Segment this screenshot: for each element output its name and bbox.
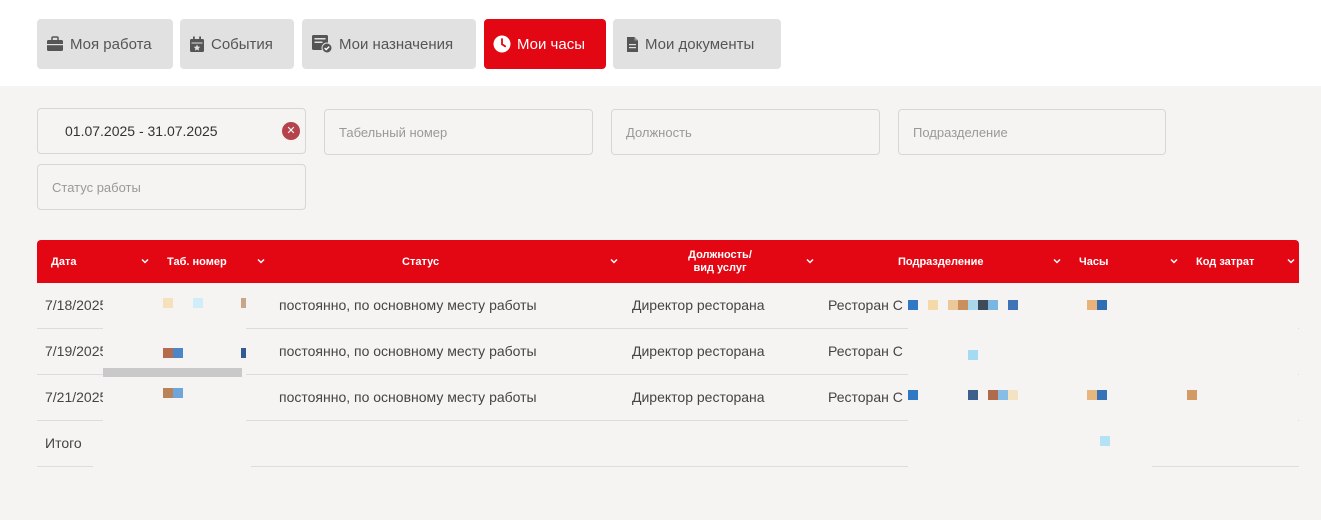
- tab-my-work[interactable]: Моя работа: [37, 19, 173, 69]
- cell-position: Директор ресторана: [632, 343, 765, 359]
- chevron-down-icon[interactable]: [255, 255, 267, 267]
- tab-my-documents[interactable]: Мои документы: [613, 19, 781, 69]
- redaction-pixel: [173, 348, 183, 358]
- redaction-pixel: [1087, 300, 1097, 310]
- department-field[interactable]: Подразделение: [898, 109, 1166, 155]
- redaction-pixel: [988, 300, 998, 310]
- work-status-field[interactable]: Статус работы: [37, 164, 306, 210]
- chevron-down-icon[interactable]: [1168, 255, 1180, 267]
- redaction-pixel: [163, 388, 173, 398]
- redaction-pixel: [241, 348, 246, 358]
- redaction-pixel: [163, 298, 173, 308]
- tab-my-assignments[interactable]: Мои назначения: [302, 19, 476, 69]
- date-range-value: 01.07.2025 - 31.07.2025: [65, 123, 218, 139]
- chevron-down-icon[interactable]: [139, 255, 151, 267]
- header-status[interactable]: Статус: [402, 240, 439, 283]
- cell-department: Ресторан С: [828, 297, 903, 313]
- chevron-down-icon[interactable]: [804, 255, 816, 267]
- header-department[interactable]: Подразделение: [898, 240, 984, 283]
- cell-status: постоянно, по основному месту работы: [279, 297, 537, 313]
- date-range-picker[interactable]: 01.07.2025 - 31.07.2025 ✕: [37, 108, 306, 154]
- redaction-mask: [908, 421, 1152, 467]
- work-status-placeholder: Статус работы: [52, 179, 141, 195]
- redaction-pixel: [1187, 390, 1197, 400]
- redaction-pixel: [968, 300, 978, 310]
- redaction-pixel: [193, 298, 203, 308]
- department-placeholder: Подразделение: [913, 124, 1008, 140]
- chevron-down-icon[interactable]: [1051, 255, 1063, 267]
- briefcase-icon: [47, 36, 63, 51]
- position-placeholder: Должность: [626, 124, 692, 140]
- tab-label: Мои часы: [517, 35, 585, 53]
- redaction-mask: [93, 460, 251, 468]
- redaction-pixel: [163, 348, 173, 358]
- tab-label: События: [211, 35, 273, 53]
- cell-department: Ресторан С: [828, 343, 903, 359]
- redaction-pixel: [968, 350, 978, 360]
- cell-position: Директор ресторана: [632, 297, 765, 313]
- redaction-pixel: [998, 390, 1008, 400]
- redaction-pixel: [988, 390, 998, 400]
- header-hours[interactable]: Часы: [1079, 240, 1108, 283]
- redaction-pixel: [948, 300, 958, 310]
- position-field[interactable]: Должность: [611, 109, 880, 155]
- redaction-pixel: [1097, 300, 1107, 310]
- document-icon: [627, 36, 638, 52]
- redaction-pixel: [958, 300, 968, 310]
- cell-status: постоянно, по основному месту работы: [279, 343, 537, 359]
- chevron-down-icon[interactable]: [608, 255, 620, 267]
- redaction-pixel: [968, 390, 978, 400]
- redaction-pixel: [1008, 300, 1018, 310]
- redaction-pixel: [1100, 436, 1110, 446]
- cell-date: 7/21/2025: [45, 389, 107, 405]
- header-tab-number[interactable]: Таб. номер: [167, 240, 227, 283]
- close-icon[interactable]: ✕: [282, 122, 300, 140]
- chevron-down-icon[interactable]: [1285, 255, 1297, 267]
- tab-label: Мои назначения: [339, 35, 454, 53]
- tab-number-field[interactable]: Табельный номер: [324, 109, 593, 155]
- redaction-mask: [908, 296, 1298, 421]
- redaction-pixel: [1097, 390, 1107, 400]
- cell-date: 7/18/2025: [45, 297, 107, 313]
- tab-events[interactable]: События: [180, 19, 294, 69]
- cell-position: Директор ресторана: [632, 389, 765, 405]
- top-navigation: Моя работа События Мои назначения Мои ча…: [0, 0, 1321, 86]
- table-header: Дата Таб. номер Статус Должность/ вид ус…: [37, 240, 1299, 283]
- redaction-pixel: [1008, 390, 1018, 400]
- redaction-mask: [103, 296, 246, 464]
- assignments-icon: [312, 35, 333, 54]
- redaction-pixel: [241, 298, 246, 308]
- header-cost-code[interactable]: Код затрат: [1196, 240, 1254, 283]
- redaction-pixel: [978, 300, 988, 310]
- clock-icon: [493, 35, 511, 53]
- header-date[interactable]: Дата: [51, 240, 76, 283]
- calendar-icon: [190, 36, 204, 52]
- tab-my-hours[interactable]: Мои часы: [484, 19, 606, 69]
- cell-department: Ресторан С: [828, 389, 903, 405]
- tab-number-placeholder: Табельный номер: [339, 124, 448, 140]
- redaction-pixel: [173, 388, 183, 398]
- cell-status: постоянно, по основному месту работы: [279, 389, 537, 405]
- tab-label: Моя работа: [70, 35, 152, 53]
- redaction-pixel: [1087, 390, 1097, 400]
- header-position[interactable]: Должность/ вид услуг: [675, 240, 765, 283]
- tab-label: Мои документы: [645, 35, 755, 53]
- redaction-pixel: [908, 300, 918, 310]
- cell-date: 7/19/2025: [45, 343, 107, 359]
- redaction-pixel: [908, 390, 918, 400]
- redaction-bar: [103, 368, 242, 377]
- redaction-pixel: [928, 300, 938, 310]
